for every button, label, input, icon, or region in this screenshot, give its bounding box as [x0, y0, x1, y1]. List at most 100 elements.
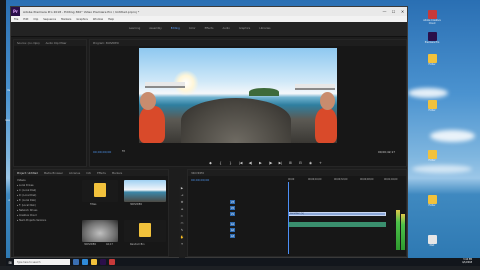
track-select-tool-icon[interactable]: ⇥ [181, 193, 184, 197]
workspace-tab[interactable]: Color [189, 27, 196, 30]
menu-edit[interactable]: Edit [23, 18, 28, 21]
tab-source[interactable]: Source: (no clips) [17, 42, 40, 45]
tree-row[interactable]: ▸ C: (Local Disk) [17, 189, 36, 192]
maximize-button[interactable]: ☐ [389, 7, 398, 16]
program-video-frame[interactable] [139, 48, 337, 143]
tree-row[interactable]: ▸ F: (Local Disk) [17, 204, 36, 207]
lift-button[interactable]: ⊞ [288, 160, 293, 165]
selection-tool-icon[interactable]: ▶ [181, 186, 183, 190]
pen-tool-icon[interactable]: ✎ [181, 228, 184, 232]
desktop-icon[interactable]: Mail [422, 235, 442, 248]
tab-libraries[interactable]: Libraries [69, 172, 80, 175]
tree-row[interactable]: ▸ Local Drives [17, 184, 34, 187]
desktop-icon[interactable]: Premiere Pro [422, 32, 442, 45]
add-marker-button[interactable]: ◆ [208, 160, 213, 165]
item-name: Random Bin [130, 243, 145, 246]
minimize-button[interactable]: — [380, 7, 389, 16]
mark-in-button[interactable]: { [218, 160, 223, 165]
task-view-icon[interactable] [73, 259, 79, 265]
playhead[interactable] [288, 182, 289, 254]
step-back-button[interactable]: ◀| [248, 160, 253, 165]
timeline-timecode[interactable]: 00;00;00;00 [191, 178, 209, 182]
tab-media-browser[interactable]: Media Browser [44, 172, 63, 175]
desktop-icon[interactable]: Folder [422, 150, 442, 163]
workspace-tab[interactable]: Assembly [149, 27, 162, 30]
workspace-tab[interactable]: Editing [171, 27, 180, 30]
audio-meter [396, 210, 400, 250]
project-item[interactable] [82, 180, 118, 202]
desktop-icon[interactable]: Adobe Creative Cloud [422, 10, 442, 25]
creative-cloud-taskbar-icon[interactable] [109, 259, 115, 265]
system-clock[interactable]: 3:44 PM 4/1/2018 [462, 258, 472, 266]
workspace-tab[interactable]: Learning [129, 27, 140, 30]
tab-info[interactable]: Info [86, 172, 91, 175]
workspace-tab[interactable]: Graphics [239, 27, 250, 30]
ruler-tick: 00;01;04;00 [384, 178, 398, 181]
video-clip[interactable]: 360VIDEO [V] [288, 212, 386, 216]
program-timecode[interactable]: 00;00;00;00 [93, 150, 111, 154]
slip-tool-icon[interactable]: ▭ [181, 221, 184, 225]
title-bar[interactable]: Pr Adobe Premiere Pro 2018 - Editing 360… [11, 7, 407, 16]
monitor-bezel [0, 0, 6, 270]
export-frame-button[interactable]: ◉ [308, 160, 313, 165]
desktop-icon-label: Folder [428, 159, 436, 162]
play-button[interactable]: ▶ [258, 160, 263, 165]
edge-icon[interactable] [82, 259, 88, 265]
track-a1[interactable]: A1 [230, 222, 235, 226]
desktop-icon[interactable]: Folder [422, 100, 442, 113]
tree-row[interactable]: ▸ Network Drives [17, 209, 37, 212]
menu-window[interactable]: Window [93, 18, 103, 21]
button-editor[interactable]: + [318, 160, 323, 165]
menu-graphics[interactable]: Graphics [76, 18, 87, 21]
step-forward-button[interactable]: |▶ [268, 160, 273, 165]
tree-row[interactable]: ▸ Creative Cloud [17, 214, 37, 217]
track-v2[interactable]: V2 [230, 206, 235, 210]
clip-label: 360VIDEO [V] [290, 213, 304, 215]
extract-button[interactable]: ⊟ [298, 160, 303, 165]
workspace-tab[interactable]: Effects [205, 27, 214, 30]
taskbar-search-input[interactable]: Type here to search [14, 259, 70, 265]
premiere-taskbar-icon[interactable] [100, 259, 106, 265]
desktop-icon[interactable]: Folder [422, 54, 442, 67]
tree-row[interactable]: ▸ Team Projects Versions [17, 219, 46, 222]
menu-help[interactable]: Help [108, 18, 114, 21]
menu-sequence[interactable]: Sequence [43, 18, 56, 21]
track-v1[interactable]: V1 [230, 212, 235, 216]
tab-effects[interactable]: Effects [97, 172, 106, 175]
sequence-thumbnail[interactable] [124, 180, 166, 202]
rate-stretch-tool-icon[interactable]: ⇹ [181, 207, 184, 211]
fit-dropdown[interactable]: Fit [122, 150, 125, 153]
tree-row[interactable]: ▸ D: (Local Disk) [17, 194, 36, 197]
mark-out-button[interactable]: } [228, 160, 233, 165]
menu-file[interactable]: File [14, 18, 18, 21]
file-explorer-icon[interactable] [91, 259, 97, 265]
menu-markers[interactable]: Markers [61, 18, 71, 21]
close-button[interactable]: ✕ [398, 7, 407, 16]
clip-thumbnail[interactable] [82, 220, 118, 242]
type-tool-icon[interactable]: T [181, 242, 183, 246]
tab-program[interactable]: Program: 360VIDEO [93, 42, 119, 45]
program-panel-tabs: Program: 360VIDEO [90, 40, 406, 46]
desktop-icon[interactable]: Folder [422, 195, 442, 208]
tab-sequence[interactable]: 360VIDEO [191, 172, 204, 175]
menu-clip[interactable]: Clip [33, 18, 38, 21]
tree-row[interactable]: ▸ E: (Local Disk) [17, 199, 36, 202]
track-v3[interactable]: V3 [230, 200, 235, 204]
taskbar: ⊞ Type here to search 3:44 PM 4/1/2018 [6, 258, 480, 266]
workspace-tab[interactable]: Audio [222, 27, 229, 30]
go-to-out-button[interactable]: ▶| [278, 160, 283, 165]
project-item[interactable] [124, 220, 166, 242]
go-to-in-button[interactable]: |◀ [238, 160, 243, 165]
track-a3[interactable]: A3 [230, 234, 235, 238]
hand-tool-icon[interactable]: ✋ [180, 235, 184, 239]
workspace-tab[interactable]: Libraries [259, 27, 270, 30]
tab-project[interactable]: Project: Untitled [17, 172, 38, 175]
razor-tool-icon[interactable]: ✂ [181, 214, 184, 218]
track-a2[interactable]: A2 [230, 228, 235, 232]
tab-audio-clip-mixer[interactable]: Audio Clip Mixer [46, 42, 67, 45]
source-panel-tabs: Source: (no clips) Audio Clip Mixer [14, 40, 86, 46]
tab-markers[interactable]: Markers [112, 172, 122, 175]
ripple-edit-tool-icon[interactable]: ✥ [181, 200, 184, 204]
windows-start-icon[interactable]: ⊞ [6, 258, 14, 266]
audio-clip[interactable] [288, 222, 386, 227]
